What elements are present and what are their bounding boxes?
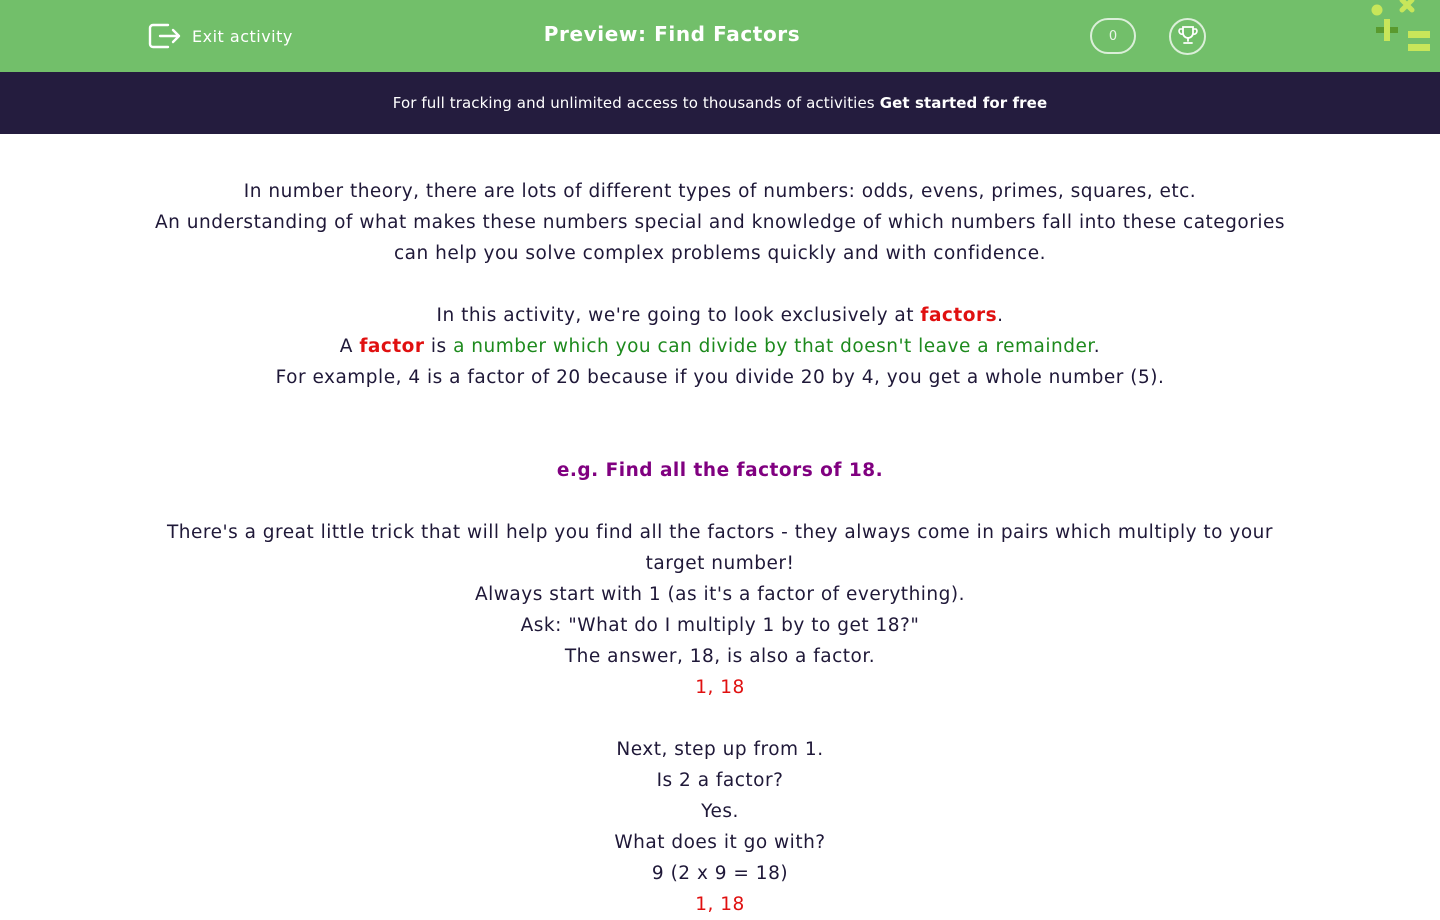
step-6: Yes. xyxy=(701,801,739,822)
score-badge: 0 xyxy=(1090,18,1136,54)
get-started-link[interactable]: Get started for free xyxy=(880,94,1048,112)
step-8: 9 (2 x 9 = 18) xyxy=(651,863,789,884)
promo-banner: For full tracking and unlimited access t… xyxy=(0,72,1440,134)
step-3: The answer, 18, is also a factor. xyxy=(564,646,876,667)
page-title: Preview: Find Factors xyxy=(543,22,801,46)
intro-paragraph-2: An understanding of what makes these num… xyxy=(154,212,1285,264)
trick-text: There's a great little trick that will h… xyxy=(167,522,1273,574)
factor-definition: A factor is a number which you can divid… xyxy=(339,336,1101,357)
trophy-button[interactable] xyxy=(1169,18,1206,55)
step-4: Next, step up from 1. xyxy=(616,739,824,760)
result-2: 1, 18 xyxy=(695,894,745,915)
step-2: Ask: "What do I multiply 1 by to get 18?… xyxy=(520,615,920,636)
factors-term: factors xyxy=(920,305,998,326)
activity-content: In number theory, there are lots of diff… xyxy=(150,176,1290,920)
logo-icon xyxy=(1366,0,1440,58)
activity-statement: In this activity, we're going to look ex… xyxy=(436,305,1004,326)
result-1: 1, 18 xyxy=(695,677,745,698)
step-5: Is 2 a factor? xyxy=(656,770,784,791)
promo-text: For full tracking and unlimited access t… xyxy=(392,94,875,112)
example-heading: e.g. Find all the factors of 18. xyxy=(556,460,884,481)
step-7: What does it go with? xyxy=(614,832,826,853)
trophy-icon xyxy=(1177,24,1199,50)
factor-term: factor xyxy=(359,336,425,357)
example-text: For example, 4 is a factor of 20 because… xyxy=(275,367,1165,388)
intro-paragraph-1: In number theory, there are lots of diff… xyxy=(243,181,1197,202)
step-1: Always start with 1 (as it's a factor of… xyxy=(474,584,965,605)
top-bar: Exit activity Preview: Find Factors 0 xyxy=(0,0,1440,72)
definition-text: a number which you can divide by that do… xyxy=(453,336,1094,357)
